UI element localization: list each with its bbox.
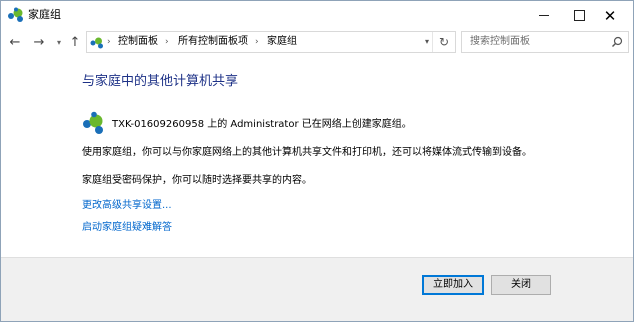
arrow-up-icon: ↑: [69, 34, 81, 50]
homegroup-icon: [83, 111, 103, 134]
arrow-left-icon: ←: [9, 34, 21, 50]
refresh-icon: ↻: [438, 35, 450, 49]
title-bar[interactable]: 家庭组 ✕: [1, 1, 633, 30]
homegroup-location-icon: [90, 37, 103, 49]
breadcrumb-control-panel[interactable]: 控制面板: [118, 32, 158, 52]
breadcrumb-separator-icon: ›: [107, 37, 111, 47]
close-window-button[interactable]: ✕: [587, 1, 633, 30]
close-button[interactable]: 关闭: [491, 275, 551, 295]
forward-button[interactable]: →: [31, 32, 47, 52]
refresh-button[interactable]: ↻: [432, 32, 455, 52]
address-dropdown-icon[interactable]: ▾: [425, 32, 429, 52]
minimize-icon: [539, 15, 549, 16]
up-button[interactable]: ↑: [67, 32, 83, 52]
arrow-right-icon: →: [33, 34, 45, 50]
maximize-icon: [573, 10, 585, 21]
troubleshooter-link[interactable]: 启动家庭组疑难解答: [82, 221, 172, 234]
homegroup-window: 家庭组 ✕ ← → ▾ ↑ › 控制面板 › 所有控制面板项 › 家庭组 ▾ ↻…: [0, 0, 634, 322]
homegroup-status-text: TXK-01609260958 上的 Administrator 已在网络上创建…: [112, 119, 412, 130]
homegroup-app-icon: [8, 7, 23, 22]
breadcrumb-homegroup[interactable]: 家庭组: [267, 32, 297, 52]
window-title: 家庭组: [28, 8, 61, 21]
page-heading: 与家庭中的其他计算机共享: [82, 74, 239, 89]
advanced-sharing-link[interactable]: 更改高级共享设置...: [82, 199, 172, 212]
breadcrumb-separator-icon: ›: [165, 37, 169, 47]
breadcrumb-separator-icon: ›: [255, 37, 259, 47]
address-bar[interactable]: › 控制面板 › 所有控制面板项 › 家庭组 ▾ ↻: [86, 31, 456, 53]
navigation-bar: ← → ▾ ↑ › 控制面板 › 所有控制面板项 › 家庭组 ▾ ↻ 搜索控制面…: [1, 30, 633, 54]
password-info-paragraph: 家庭组受密码保护，你可以随时选择要共享的内容。: [82, 175, 312, 186]
chevron-down-icon: ▾: [56, 37, 61, 47]
breadcrumb-all-items[interactable]: 所有控制面板项: [178, 32, 248, 52]
recent-locations-button[interactable]: ▾: [51, 32, 67, 52]
search-box[interactable]: 搜索控制面板: [461, 31, 629, 53]
back-button[interactable]: ←: [7, 32, 23, 52]
description-paragraph: 使用家庭组，你可以与你家庭网络上的其他计算机共享文件和打印机，还可以将媒体流式传…: [82, 147, 532, 158]
search-icon: [612, 36, 623, 47]
join-now-button[interactable]: 立即加入: [422, 275, 484, 295]
search-placeholder: 搜索控制面板: [470, 36, 530, 47]
close-icon: ✕: [603, 6, 617, 25]
